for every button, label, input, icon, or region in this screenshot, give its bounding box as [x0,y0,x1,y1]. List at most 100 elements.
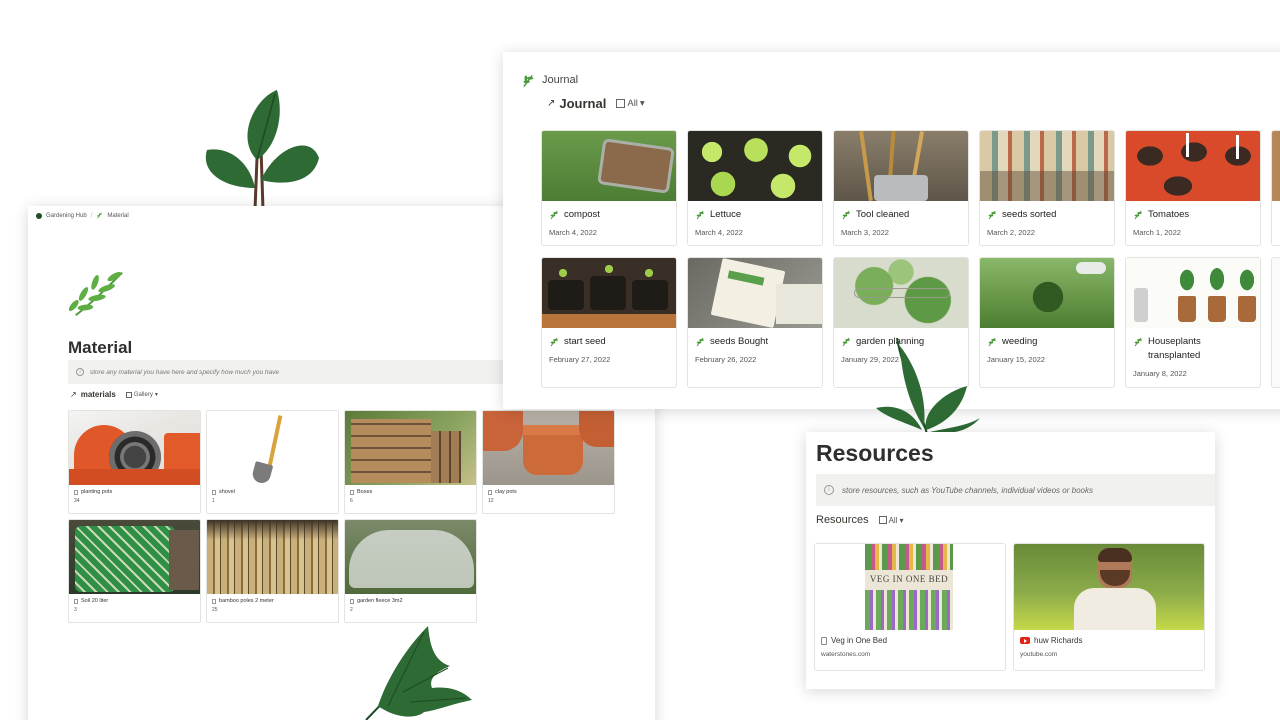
card-date: February 26, 2022 [695,355,757,364]
card-cover-image [980,131,1114,201]
journal-card[interactable]: Houseplants transplanted January 8, 2022 [1125,257,1261,388]
card-quantity: 1 [212,498,215,504]
card-date: January 8, 2022 [1133,369,1187,378]
resources-page-panel: Resources i store resources, such as You… [806,432,1215,689]
card-date: March 2, 2022 [987,228,1035,237]
card-title: seeds Bought [710,336,769,347]
sprig-icon [988,337,996,347]
gallery-card[interactable]: bamboo poles 2 meter 25 [206,519,339,623]
view-selector[interactable]: All ▾ [616,98,645,109]
view-selector[interactable]: Gallery ▾ [125,391,158,398]
card-date: March 1, 2022 [1133,228,1181,237]
sprig-icon [988,210,996,220]
gallery-card[interactable]: clay pots 12 [482,410,615,514]
card-cover-image [345,411,476,485]
database-title[interactable]: Resources [816,514,869,526]
table-icon [616,99,626,108]
card-quantity: 34 [74,498,80,504]
link-arrow-icon: ↗ [547,98,556,109]
card-title: garden fleece 3m2 [357,598,403,604]
page-sprig-icon [68,271,123,317]
journal-card-partial[interactable] [1271,130,1280,246]
info-icon: i [76,368,84,376]
card-title: Soil 20 liter [81,598,109,604]
card-cover-image [980,258,1114,328]
gallery-icon [125,391,132,398]
card-cover-image [1014,544,1204,630]
journal-card[interactable]: Tomatoes March 1, 2022 [1125,130,1261,246]
sprig-icon [696,210,704,220]
page-label[interactable]: Journal [542,74,578,86]
view-label: All [627,98,638,109]
card-date: February 27, 2022 [549,355,611,364]
card-cover-image [834,131,968,201]
card-cover-image [1272,131,1280,201]
card-title: Boxes [357,489,373,495]
card-title: shovel [219,489,235,495]
page-title: Material [68,338,133,357]
journal-card[interactable]: seeds sorted March 2, 2022 [979,130,1115,246]
gallery-card[interactable]: Boxes 6 [344,410,477,514]
card-cover-image [1126,258,1260,328]
breadcrumb-workspace[interactable]: Gardening Hub [46,213,87,219]
document-icon [821,636,827,645]
card-title: compost [564,209,600,220]
card-cover-image [207,520,338,594]
card-quantity: 3 [74,607,77,613]
journal-card[interactable]: start seed February 27, 2022 [541,257,677,388]
page-icon [74,489,78,495]
gallery-card[interactable]: garden fleece 3m2 2 [344,519,477,623]
breadcrumb-separator: / [90,212,93,219]
chevron-down-icon: ▾ [154,392,158,398]
card-source: youtube.com [1020,651,1058,658]
card-title: seeds sorted [1002,209,1057,220]
sprig-icon [1134,337,1142,347]
view-selector[interactable]: All ▾ [878,516,903,525]
card-quantity: 6 [350,498,353,504]
card-date: January 15, 2022 [987,355,1045,364]
journal-card[interactable]: seeds Bought February 26, 2022 [687,257,823,388]
journal-card[interactable]: Lettuce March 4, 2022 [687,130,823,246]
view-label: Gallery [133,391,153,398]
sprig-icon [842,337,850,347]
sprig-icon [97,212,103,219]
card-cover-image [207,411,338,485]
breadcrumb-current[interactable]: Material [107,213,128,219]
sprig-icon [550,210,558,220]
journal-card-partial[interactable] [1271,257,1280,388]
journal-card[interactable]: compost March 4, 2022 [541,130,677,246]
materials-database-header: ↗ materials Gallery ▾ [70,390,158,399]
card-title: Tool cleaned [856,209,910,220]
page-title: Resources [816,440,934,466]
database-title[interactable]: materials [81,390,116,399]
journal-card[interactable]: weeding January 15, 2022 [979,257,1115,388]
database-title[interactable]: Journal [559,96,606,111]
card-title: Tomatoes [1148,209,1190,220]
workspace-icon [36,212,42,219]
resource-card[interactable]: VEG IN ONE BED Veg in One Bed waterstone… [814,543,1006,671]
sprig-icon [1134,210,1142,220]
journal-page-header: Journal [521,72,578,88]
callout: i store resources, such as YouTube chann… [816,474,1215,506]
leaf-decoration-icon [876,338,980,434]
gallery-card[interactable]: shovel 1 [206,410,339,514]
page-icon [350,489,354,495]
youtube-icon [1020,637,1030,644]
chevron-down-icon: ▾ [639,98,645,109]
sprig-icon [550,337,558,347]
card-date: March 4, 2022 [695,228,743,237]
resources-database-header: Resources All ▾ [816,514,903,526]
resource-card[interactable]: huw Richards youtube.com [1013,543,1205,671]
card-source: waterstones.com [821,651,871,658]
card-cover-image [1126,131,1260,201]
card-quantity: 25 [212,607,218,613]
resources-gallery: VEG IN ONE BED Veg in One Bed waterstone… [814,543,1205,671]
card-quantity: 2 [350,607,353,613]
gallery-card[interactable]: planting pots 34 [68,410,201,514]
card-cover-image [69,520,200,594]
card-cover-image [483,411,614,485]
card-cover-image [834,258,968,328]
info-icon: i [824,485,834,495]
gallery-card[interactable]: Soil 20 liter 3 [68,519,201,623]
journal-card[interactable]: Tool cleaned March 3, 2022 [833,130,969,246]
